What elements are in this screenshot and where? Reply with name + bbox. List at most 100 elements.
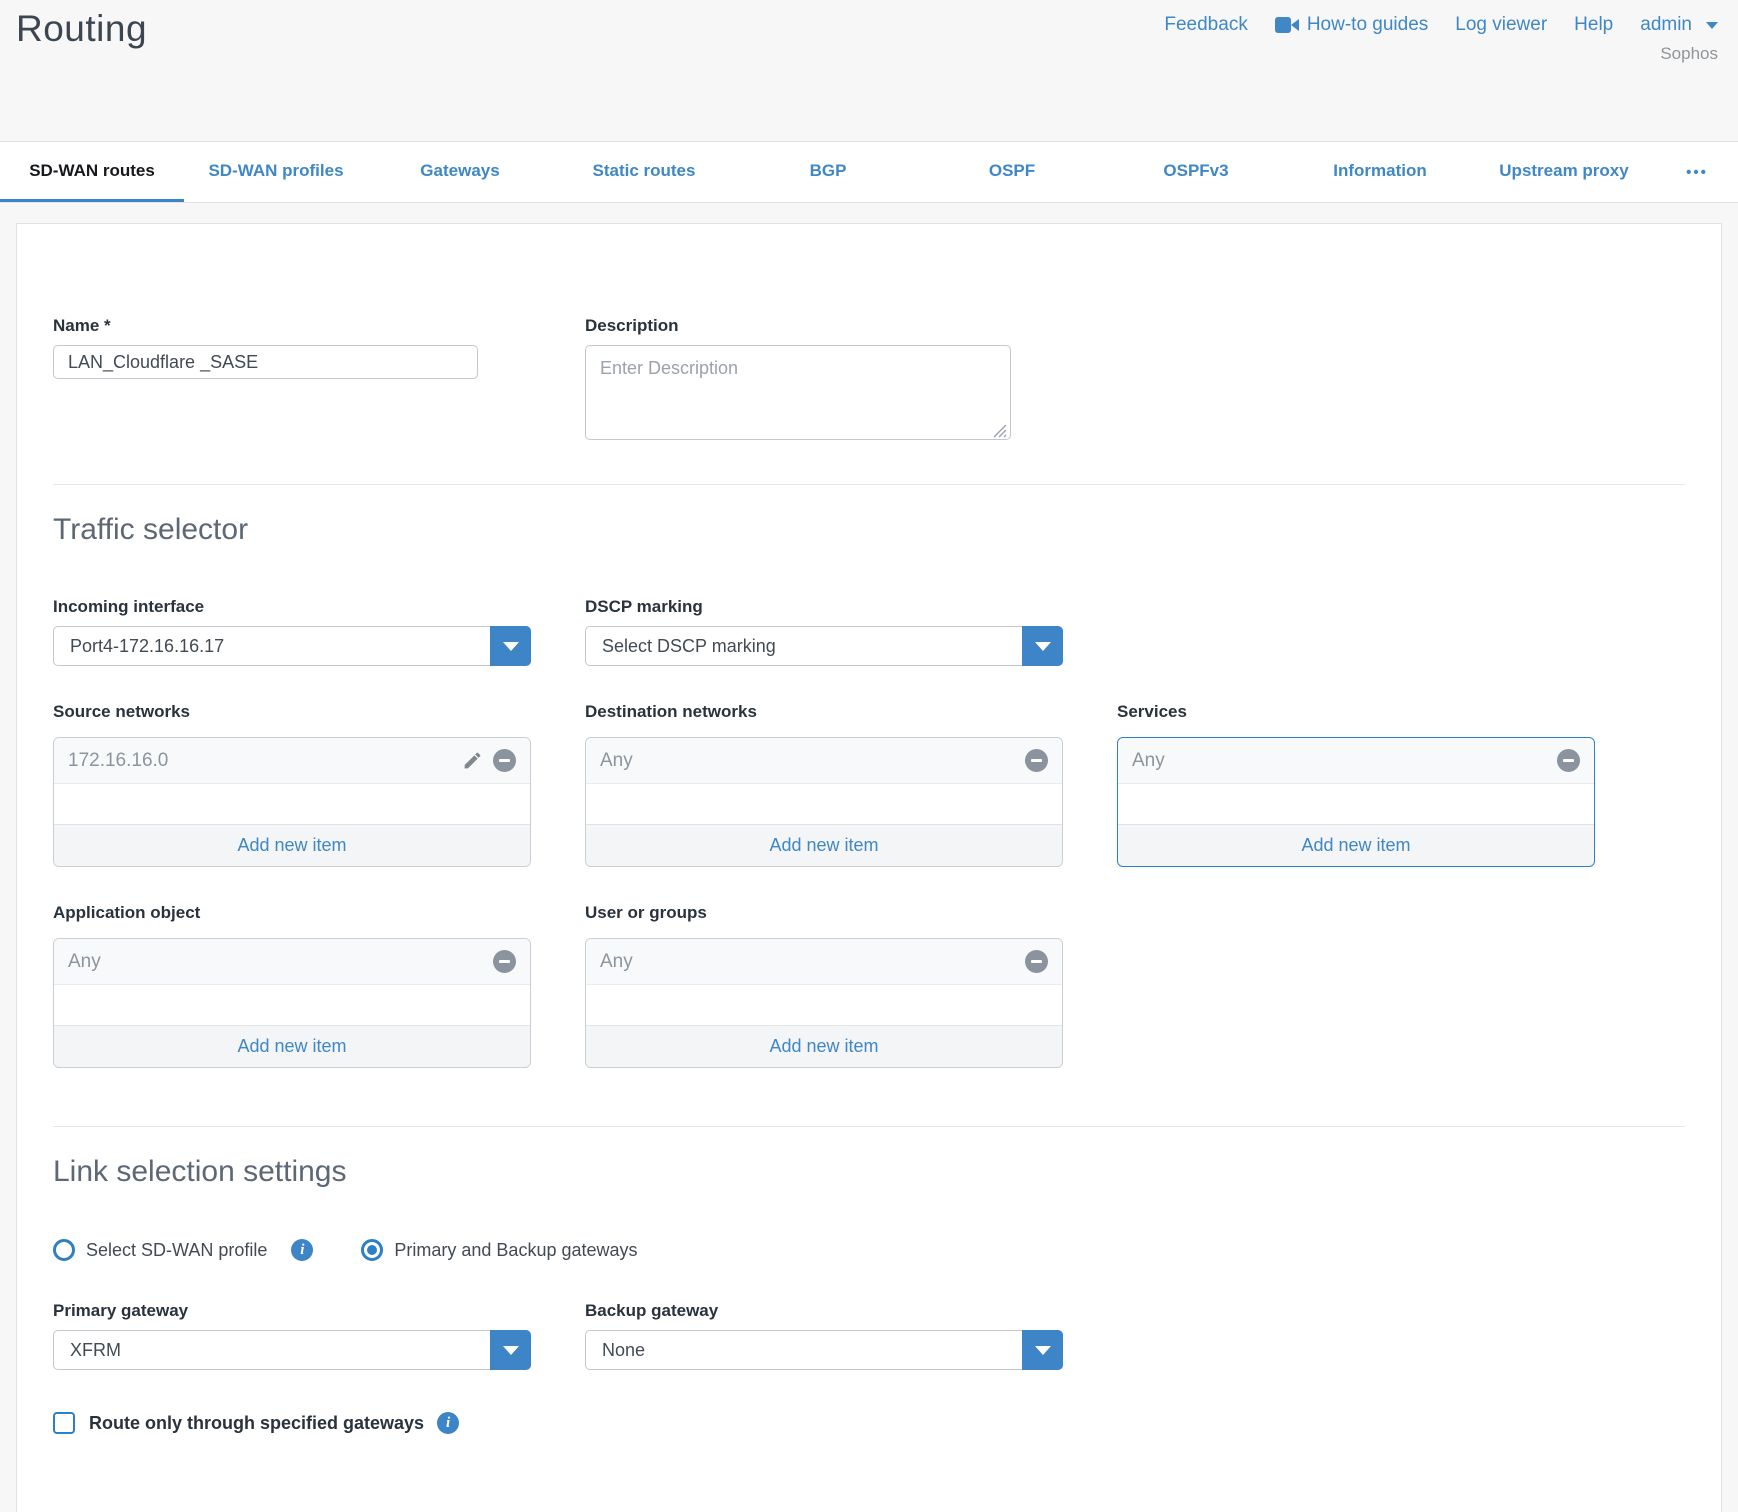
services-label: Services (1117, 702, 1597, 722)
list-item-value: Any (1132, 750, 1165, 772)
destination-networks-label: Destination networks (585, 702, 1063, 722)
services-listbox: Any Add new item (1117, 737, 1595, 867)
description-label: Description (585, 316, 1063, 336)
list-item-value: 172.16.16.0 (68, 750, 168, 772)
help-link[interactable]: Help (1574, 14, 1613, 36)
user-or-groups-listbox: Any Add new item (585, 938, 1063, 1068)
incoming-interface-label: Incoming interface (53, 597, 531, 617)
caret-down-icon (503, 1346, 519, 1355)
destination-networks-group: Destination networks Any Add new item (585, 702, 1063, 867)
caret-down-icon (1035, 1346, 1051, 1355)
destination-networks-listbox: Any Add new item (585, 737, 1063, 867)
howto-guides-link[interactable]: How-to guides (1275, 14, 1428, 36)
networks-row: Source networks 172.16.16.0 Add new item… (53, 702, 1685, 867)
dropdown-caret-button[interactable] (490, 1330, 531, 1370)
dropdown-caret-button[interactable] (490, 626, 531, 666)
name-label: Name * (53, 316, 531, 336)
tab-bar: SD-WAN routes SD-WAN profiles Gateways S… (0, 141, 1738, 203)
log-viewer-link[interactable]: Log viewer (1455, 14, 1547, 36)
chevron-down-icon (1706, 22, 1718, 29)
description-textarea[interactable] (585, 345, 1011, 440)
application-users-row: Application object Any Add new item User… (53, 903, 1685, 1068)
info-icon[interactable]: i (291, 1239, 313, 1261)
primary-gateway-group: Primary gateway XFRM (53, 1301, 531, 1370)
primary-gateway-label: Primary gateway (53, 1301, 531, 1321)
dscp-marking-select[interactable]: Select DSCP marking (585, 626, 1063, 666)
backup-gateway-value: None (602, 1340, 645, 1361)
route-only-checkbox[interactable] (53, 1412, 75, 1434)
radio-label: Primary and Backup gateways (394, 1240, 637, 1261)
admin-menu[interactable]: admin (1640, 14, 1718, 36)
section-divider (53, 1126, 1685, 1127)
route-form-card: Name * Description Traffic selector Inco… (16, 223, 1722, 1512)
link-selection-heading: Link selection settings (53, 1155, 1685, 1189)
tab-sdwan-profiles[interactable]: SD-WAN profiles (184, 142, 368, 202)
backup-gateway-select[interactable]: None (585, 1330, 1063, 1370)
route-only-checkbox-row: Route only through specified gateways i (53, 1412, 1685, 1434)
radio-checked-icon[interactable] (361, 1239, 383, 1261)
info-icon[interactable]: i (437, 1412, 459, 1434)
edit-pencil-icon[interactable] (462, 750, 483, 771)
radio-icon[interactable] (53, 1239, 75, 1261)
route-only-checkbox-label: Route only through specified gateways (89, 1413, 424, 1434)
dscp-marking-group: DSCP marking Select DSCP marking (585, 597, 1063, 666)
add-new-item-button[interactable]: Add new item (54, 1025, 530, 1067)
list-item: Any (1118, 738, 1594, 784)
incoming-interface-select[interactable]: Port4-172.16.16.17 (53, 626, 531, 666)
user-or-groups-group: User or groups Any Add new item (585, 903, 1063, 1068)
radio-primary-backup-gateways[interactable]: Primary and Backup gateways (361, 1239, 637, 1261)
incoming-interface-value: Port4-172.16.16.17 (70, 636, 224, 657)
header-links: Feedback How-to guides Log viewer Help a… (1164, 14, 1718, 36)
application-object-group: Application object Any Add new item (53, 903, 531, 1068)
top-header: Routing Feedback How-to guides Log viewe… (0, 0, 1738, 141)
dscp-marking-label: DSCP marking (585, 597, 1063, 617)
remove-item-icon[interactable] (1025, 749, 1048, 772)
tab-ospfv3[interactable]: OSPFv3 (1104, 142, 1288, 202)
add-new-item-button[interactable]: Add new item (586, 1025, 1062, 1067)
radio-label: Select SD-WAN profile (86, 1240, 267, 1261)
remove-item-icon[interactable] (493, 950, 516, 973)
howto-guides-label: How-to guides (1307, 14, 1428, 36)
tab-bgp[interactable]: BGP (736, 142, 920, 202)
remove-item-icon[interactable] (493, 749, 516, 772)
name-input[interactable] (53, 345, 478, 379)
more-tabs-button[interactable]: ••• (1656, 142, 1738, 202)
backup-gateway-label: Backup gateway (585, 1301, 1063, 1321)
list-item: Any (586, 738, 1062, 784)
remove-item-icon[interactable] (1557, 749, 1580, 772)
tab-ospf[interactable]: OSPF (920, 142, 1104, 202)
tab-sdwan-routes[interactable]: SD-WAN routes (0, 142, 184, 202)
dropdown-caret-button[interactable] (1022, 1330, 1063, 1370)
video-camera-icon (1275, 17, 1299, 33)
feedback-link[interactable]: Feedback (1164, 14, 1247, 36)
source-networks-group: Source networks 172.16.16.0 Add new item (53, 702, 531, 867)
caret-down-icon (1035, 642, 1051, 651)
add-new-item-button[interactable]: Add new item (54, 824, 530, 866)
admin-menu-label: admin (1640, 14, 1692, 36)
tab-gateways[interactable]: Gateways (368, 142, 552, 202)
primary-gateway-select[interactable]: XFRM (53, 1330, 531, 1370)
list-item-value: Any (600, 750, 633, 772)
section-divider (53, 484, 1685, 485)
backup-gateway-group: Backup gateway None (585, 1301, 1063, 1370)
incoming-interface-group: Incoming interface Port4-172.16.16.17 (53, 597, 531, 666)
add-new-item-button[interactable]: Add new item (586, 824, 1062, 866)
radio-select-sdwan-profile[interactable]: Select SD-WAN profile i (53, 1239, 313, 1261)
tab-static-routes[interactable]: Static routes (552, 142, 736, 202)
dropdown-caret-button[interactable] (1022, 626, 1063, 666)
name-field-group: Name * (53, 316, 531, 445)
add-new-item-button[interactable]: Add new item (1118, 824, 1594, 866)
interface-dscp-row: Incoming interface Port4-172.16.16.17 DS… (53, 597, 1685, 666)
primary-gateway-value: XFRM (70, 1340, 121, 1361)
services-group: Services Any Add new item (1117, 702, 1597, 867)
source-networks-listbox: 172.16.16.0 Add new item (53, 737, 531, 867)
list-item: Any (586, 939, 1062, 985)
application-object-label: Application object (53, 903, 531, 923)
gateway-row: Primary gateway XFRM Backup gateway None (53, 1301, 1685, 1370)
dscp-marking-value: Select DSCP marking (602, 636, 776, 657)
list-item: Any (54, 939, 530, 985)
remove-item-icon[interactable] (1025, 950, 1048, 973)
description-field-group: Description (585, 316, 1063, 445)
tab-upstream-proxy[interactable]: Upstream proxy (1472, 142, 1656, 202)
tab-information[interactable]: Information (1288, 142, 1472, 202)
